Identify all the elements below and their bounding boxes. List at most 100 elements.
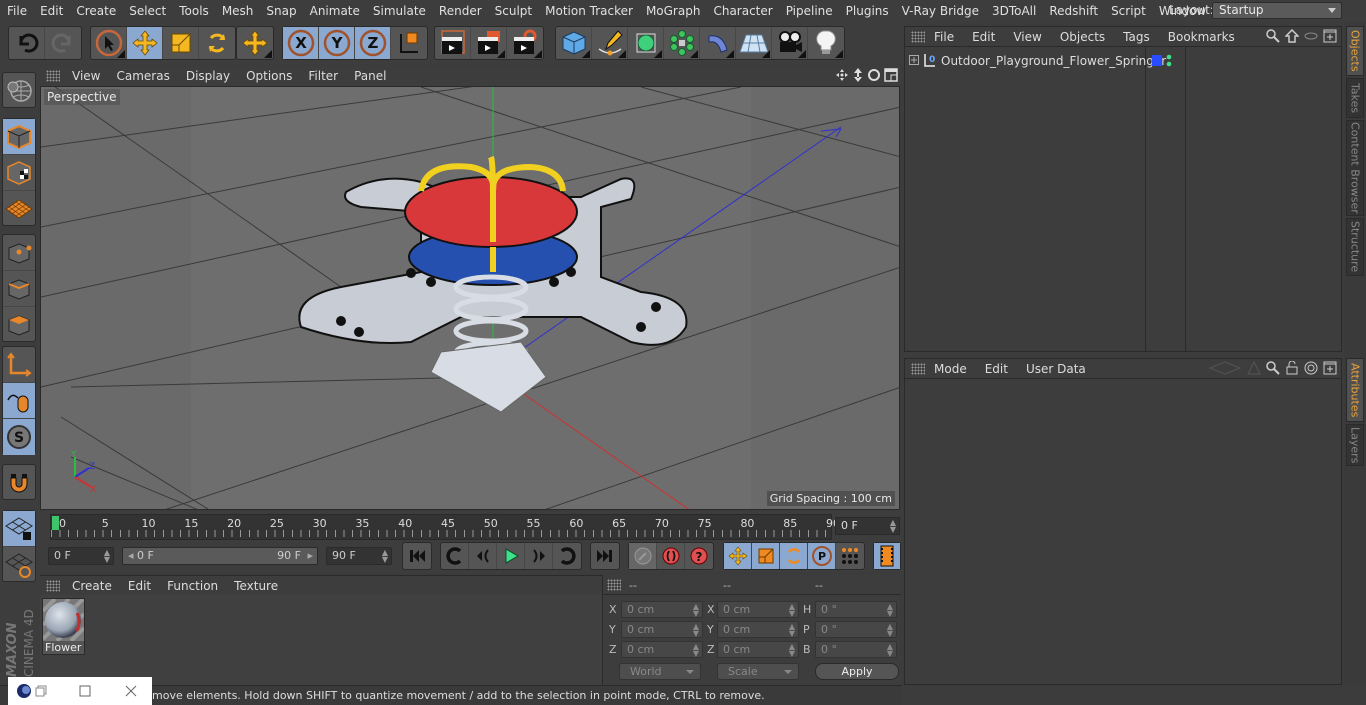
close-icon[interactable]: [124, 684, 138, 698]
add-camera-button[interactable]: [772, 27, 808, 59]
coord-field[interactable]: 0 cm ▲ ▼: [717, 621, 799, 638]
current-frame-field[interactable]: 0 F ▲ ▼: [835, 517, 900, 535]
autokey-button[interactable]: [657, 543, 685, 569]
timeline-ruler[interactable]: 0 5 10 15 20 25 30 35 40 45 50 55 60 65 70 75 80 85 90: [50, 514, 840, 540]
add-cloner-button[interactable]: [664, 27, 700, 59]
workplane-mode-button[interactable]: [3, 191, 35, 227]
menu-create[interactable]: Create: [69, 4, 122, 18]
tab-layers[interactable]: Layers: [1346, 424, 1364, 466]
menu-script[interactable]: Script: [1104, 4, 1152, 18]
live-selection-button[interactable]: [91, 27, 127, 59]
move-tool-button[interactable]: [127, 27, 163, 59]
panel-grip[interactable]: [607, 579, 621, 591]
lock-workplane-button[interactable]: [3, 511, 35, 547]
material-menu-edit[interactable]: Edit: [120, 579, 159, 593]
points-mode-button[interactable]: [3, 235, 35, 271]
home-icon[interactable]: [1285, 29, 1299, 43]
keyframe-selection-button[interactable]: ?: [685, 543, 713, 569]
key-parameter-button[interactable]: P: [808, 543, 836, 569]
search-icon[interactable]: [1266, 29, 1280, 43]
coord-field[interactable]: 0 ° ▲ ▼: [815, 621, 897, 638]
go-to-end-button[interactable]: [591, 543, 619, 569]
viewport-menu-cameras[interactable]: Cameras: [108, 69, 177, 83]
tab-takes[interactable]: Takes: [1346, 78, 1364, 118]
tweak-mode-button[interactable]: [3, 383, 35, 419]
playhead[interactable]: [52, 516, 59, 530]
rotate-tool-button[interactable]: [199, 27, 235, 59]
render-view-button[interactable]: [435, 27, 471, 59]
maximize-view-icon[interactable]: [884, 68, 898, 82]
target-icon[interactable]: [1304, 361, 1318, 375]
prev-frame-button[interactable]: [469, 543, 497, 569]
panel-grip[interactable]: [46, 70, 60, 82]
timeline-window-button[interactable]: [874, 543, 900, 569]
render-picture-viewer-button[interactable]: [471, 27, 507, 59]
viewport-menu-filter[interactable]: Filter: [300, 69, 346, 83]
object-name[interactable]: Outdoor_Playground_Flower_Springer: [941, 54, 1166, 68]
menu-animate[interactable]: Animate: [303, 4, 366, 18]
add-pen-spline-button[interactable]: [592, 27, 628, 59]
tab-structure[interactable]: Structure: [1346, 218, 1364, 276]
camera-label[interactable]: Perspective: [44, 89, 120, 105]
restore-icon[interactable]: [34, 684, 48, 698]
edges-mode-button[interactable]: [3, 271, 35, 307]
play-button[interactable]: [497, 543, 525, 569]
new-window-icon[interactable]: [1323, 29, 1337, 43]
menu-character[interactable]: Character: [706, 4, 778, 18]
y-axis-lock-button[interactable]: Y: [319, 27, 355, 59]
add-cube-button[interactable]: [556, 27, 592, 59]
tab-objects[interactable]: Objects: [1346, 26, 1364, 76]
coord-field[interactable]: 0 cm ▲ ▼: [717, 641, 799, 658]
attribute-menu-mode[interactable]: Mode: [934, 362, 976, 376]
search-icon[interactable]: [1266, 361, 1280, 375]
material-item[interactable]: Flower: [42, 598, 85, 655]
menu-vray-bridge[interactable]: V-Ray Bridge: [895, 4, 985, 18]
object-menu-view[interactable]: View: [1013, 30, 1050, 44]
model-mode-button[interactable]: [3, 119, 35, 155]
viewport-menu-view[interactable]: View: [64, 69, 108, 83]
key-scale-button[interactable]: [752, 543, 780, 569]
panel-grip[interactable]: [46, 579, 60, 592]
key-position-button[interactable]: [724, 543, 752, 569]
object-menu-objects[interactable]: Objects: [1060, 30, 1114, 44]
menu-redshift[interactable]: Redshift: [1042, 4, 1104, 18]
next-frame-button[interactable]: [525, 543, 553, 569]
layer-color-swatch[interactable]: [1152, 55, 1162, 66]
panel-grip[interactable]: [911, 362, 925, 375]
back-arrow-icon[interactable]: [1208, 361, 1242, 375]
layout-select[interactable]: Startup: [1212, 2, 1342, 19]
visibility-icon[interactable]: [1304, 29, 1318, 43]
x-axis-lock-button[interactable]: X: [283, 27, 319, 59]
add-subdivision-surface-button[interactable]: [628, 27, 664, 59]
attribute-menu-edit[interactable]: Edit: [985, 362, 1017, 376]
solo-button[interactable]: S: [3, 419, 35, 455]
end-frame-field[interactable]: 90 F ▲ ▼: [326, 547, 392, 565]
panel-grip[interactable]: [911, 30, 925, 43]
add-floor-button[interactable]: [736, 27, 772, 59]
object-row[interactable]: 0 Outdoor_Playground_Flower_Springer: [905, 50, 1341, 72]
undo-button[interactable]: [9, 27, 45, 59]
size-mode-dropdown[interactable]: Scale: [717, 663, 799, 680]
viewport-menu-display[interactable]: Display: [178, 69, 238, 83]
object-menu-tags[interactable]: Tags: [1123, 30, 1159, 44]
snap-button[interactable]: [3, 465, 35, 501]
polygons-mode-button[interactable]: [3, 307, 35, 343]
tab-attributes[interactable]: Attributes: [1346, 358, 1364, 422]
record-keys-button[interactable]: [629, 543, 657, 569]
z-axis-lock-button[interactable]: Z: [355, 27, 391, 59]
preview-range-slider[interactable]: ◂ 0 F 90 F ▸: [122, 547, 318, 565]
object-menu-file[interactable]: File: [934, 30, 963, 44]
maximize-icon[interactable]: [78, 684, 92, 698]
menu-3dtoall[interactable]: 3DToAll: [985, 4, 1042, 18]
menu-snap[interactable]: Snap: [259, 4, 302, 18]
menu-mograph[interactable]: MoGraph: [639, 4, 707, 18]
align-workplane-button[interactable]: [3, 547, 35, 583]
menu-plugins[interactable]: Plugins: [839, 4, 895, 18]
coordinate-system-button[interactable]: [391, 27, 427, 59]
3d-viewport[interactable]: Y Z X Perspective Grid Spacing : 100 cm: [40, 86, 900, 510]
menu-sculpt[interactable]: Sculpt: [488, 4, 538, 18]
material-menu-texture[interactable]: Texture: [226, 579, 286, 593]
last-tool-button[interactable]: [237, 27, 273, 59]
object-menu-bookmarks[interactable]: Bookmarks: [1168, 30, 1244, 44]
enable-axis-button[interactable]: [3, 347, 35, 383]
